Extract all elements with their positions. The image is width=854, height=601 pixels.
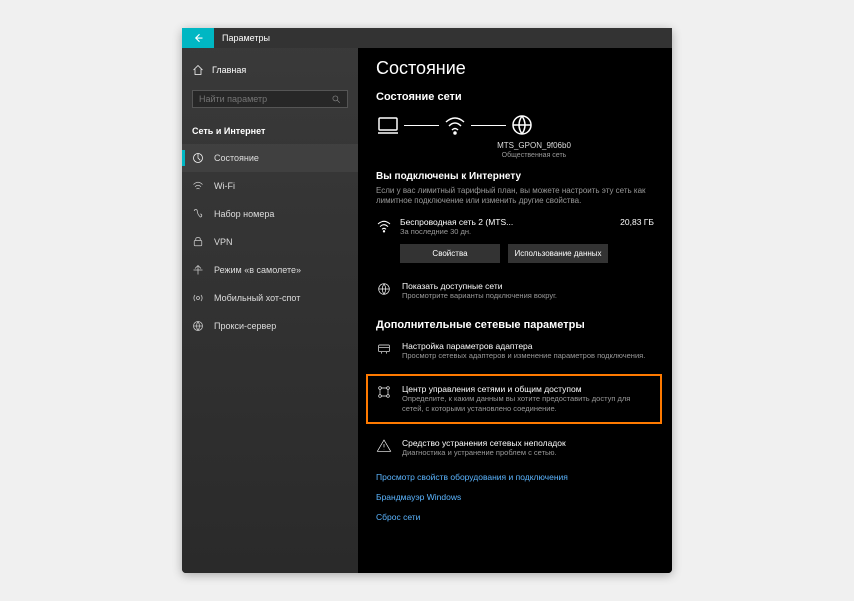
hotspot-icon bbox=[192, 292, 204, 304]
back-button[interactable] bbox=[182, 28, 214, 48]
network-diagram bbox=[376, 113, 654, 137]
wifi-icon bbox=[192, 180, 204, 192]
network-name: MTS_GPON_9f06b0 bbox=[494, 141, 574, 150]
diagram-line bbox=[471, 125, 506, 126]
status-icon bbox=[192, 152, 204, 164]
sharing-center-link[interactable]: Центр управления сетями и общим доступом… bbox=[376, 384, 652, 414]
wifi-icon bbox=[376, 218, 392, 234]
highlighted-item: Центр управления сетями и общим доступом… bbox=[366, 374, 662, 424]
airplane-icon bbox=[192, 264, 204, 276]
sidebar-item-status[interactable]: Состояние bbox=[182, 144, 358, 172]
sidebar-item-label: VPN bbox=[214, 237, 233, 247]
globe-icon bbox=[376, 281, 392, 297]
connection-sub: За последние 30 дн. bbox=[400, 227, 612, 236]
net-status-heading: Состояние сети bbox=[376, 91, 654, 103]
arrow-left-icon bbox=[192, 32, 204, 44]
connected-desc: Если у вас лимитный тарифный план, вы мо… bbox=[376, 186, 654, 207]
link-title: Центр управления сетями и общим доступом bbox=[402, 384, 652, 394]
link-desc: Диагностика и устранение проблем с сетью… bbox=[402, 448, 566, 458]
content-area: Состояние Состояние сети MTS_GPON_9f06b0… bbox=[358, 28, 672, 573]
link-desc: Определите, к каким данным вы хотите пре… bbox=[402, 394, 652, 414]
adapter-settings-link[interactable]: Настройка параметров адаптера Просмотр с… bbox=[376, 341, 654, 361]
vpn-icon bbox=[192, 236, 204, 248]
sidebar-item-label: Режим «в самолете» bbox=[214, 265, 301, 275]
sidebar-item-wifi[interactable]: Wi-Fi bbox=[182, 172, 358, 200]
firewall-link[interactable]: Брандмауэр Windows bbox=[376, 492, 654, 502]
connection-row: Беспроводная сеть 2 (MTS... За последние… bbox=[376, 217, 654, 236]
dialup-icon bbox=[192, 208, 204, 220]
properties-button[interactable]: Свойства bbox=[400, 244, 500, 263]
sidebar-item-proxy[interactable]: Прокси-сервер bbox=[182, 312, 358, 340]
sidebar-item-label: Мобильный хот-спот bbox=[214, 293, 300, 303]
search-input[interactable] bbox=[199, 94, 331, 104]
sidebar-item-airplane[interactable]: Режим «в самолете» bbox=[182, 256, 358, 284]
hardware-props-link[interactable]: Просмотр свойств оборудования и подключе… bbox=[376, 472, 654, 482]
link-title: Показать доступные сети bbox=[402, 281, 557, 291]
home-nav[interactable]: Главная bbox=[182, 58, 358, 82]
computer-icon bbox=[376, 113, 400, 137]
network-type: Общественная сеть bbox=[494, 152, 574, 159]
sidebar: Главная Сеть и Интернет Состояние Wi-Fi … bbox=[182, 28, 358, 573]
home-icon bbox=[192, 64, 204, 76]
warning-icon bbox=[376, 438, 392, 454]
search-icon bbox=[331, 94, 341, 104]
diagram-line bbox=[404, 125, 439, 126]
titlebar-label: Параметры bbox=[222, 33, 270, 43]
adapter-icon bbox=[376, 341, 392, 357]
home-label: Главная bbox=[212, 65, 246, 75]
connected-heading: Вы подключены к Интернету bbox=[376, 171, 654, 182]
sidebar-item-label: Набор номера bbox=[214, 209, 274, 219]
link-title: Средство устранения сетевых неполадок bbox=[402, 438, 566, 448]
network-reset-link[interactable]: Сброс сети bbox=[376, 512, 654, 522]
sidebar-item-label: Прокси-сервер bbox=[214, 321, 276, 331]
data-usage-button[interactable]: Использование данных bbox=[508, 244, 608, 263]
sharing-icon bbox=[376, 384, 392, 400]
wifi-icon bbox=[443, 113, 467, 137]
link-desc: Просмотр сетевых адаптеров и изменение п… bbox=[402, 351, 645, 361]
sidebar-item-label: Состояние bbox=[214, 153, 259, 163]
show-networks-link[interactable]: Показать доступные сети Просмотрите вари… bbox=[376, 281, 654, 301]
sidebar-category: Сеть и Интернет bbox=[182, 116, 358, 144]
connection-name: Беспроводная сеть 2 (MTS... bbox=[400, 217, 612, 227]
page-title: Состояние bbox=[376, 58, 654, 79]
sidebar-item-dialup[interactable]: Набор номера bbox=[182, 200, 358, 228]
search-input-wrap[interactable] bbox=[192, 90, 348, 108]
sidebar-item-hotspot[interactable]: Мобильный хот-спот bbox=[182, 284, 358, 312]
advanced-heading: Дополнительные сетевые параметры bbox=[376, 319, 654, 331]
titlebar: Параметры bbox=[182, 28, 672, 48]
connection-data: 20,83 ГБ bbox=[620, 217, 654, 227]
sidebar-item-label: Wi-Fi bbox=[214, 181, 235, 191]
link-title: Настройка параметров адаптера bbox=[402, 341, 645, 351]
sidebar-item-vpn[interactable]: VPN bbox=[182, 228, 358, 256]
proxy-icon bbox=[192, 320, 204, 332]
settings-window: Главная Сеть и Интернет Состояние Wi-Fi … bbox=[182, 28, 672, 573]
button-row: Свойства Использование данных bbox=[400, 244, 654, 263]
link-desc: Просмотрите варианты подключения вокруг. bbox=[402, 291, 557, 301]
troubleshoot-link[interactable]: Средство устранения сетевых неполадок Ди… bbox=[376, 438, 654, 458]
globe-icon bbox=[510, 113, 534, 137]
